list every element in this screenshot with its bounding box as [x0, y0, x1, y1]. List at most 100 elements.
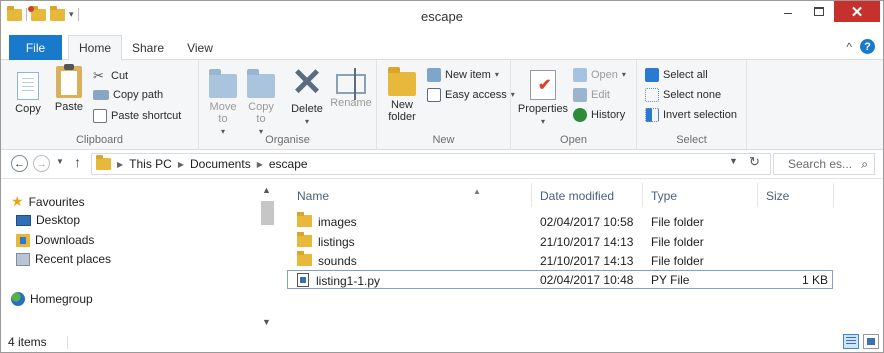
copy-to-button[interactable]: Copy to ▾ [245, 68, 277, 138]
table-row[interactable]: images 02/04/2017 10:58 File folder [287, 212, 833, 232]
copy-path-label: Copy path [113, 89, 164, 101]
chevron-right-icon[interactable]: ▶ [257, 160, 263, 169]
search-icon[interactable]: ⌕ [861, 157, 868, 172]
select-none-button[interactable]: Select none [645, 88, 721, 102]
address-bar[interactable]: ▶ This PC ▶ Documents ▶ escape [91, 153, 771, 175]
column-header-type[interactable]: Type [651, 189, 677, 203]
scroll-thumb[interactable] [261, 201, 274, 225]
folder-icon [297, 212, 312, 227]
column-header-label: Name [297, 189, 330, 203]
ribbon: Copy Paste ✂ Cut Copy path Paste shortcu… [1, 60, 883, 150]
column-divider[interactable] [757, 183, 758, 207]
star-icon: ★ [11, 193, 24, 209]
organise-group: Move to ▾ Copy to ▾ ✕ Delete ▾ Rename Organ… [199, 60, 377, 150]
tab-file[interactable]: File [9, 35, 62, 60]
maximize-button[interactable] [805, 1, 832, 22]
tab-view[interactable]: View [178, 35, 222, 60]
history-button[interactable]: History [573, 108, 625, 122]
folder-icon [297, 232, 312, 247]
column-divider[interactable] [531, 183, 532, 207]
row-type: PY File [651, 273, 690, 287]
delete-button[interactable]: ✕ Delete ▾ [287, 62, 327, 128]
paste-shortcut-button[interactable]: Paste shortcut [93, 109, 181, 123]
move-to-button[interactable]: Move to ▾ [207, 68, 239, 138]
nav-item-desktop[interactable]: Desktop [16, 213, 80, 227]
copy-label: Copy [15, 103, 41, 115]
recent-places-icon [16, 252, 30, 266]
new-folder-button[interactable]: New folder [385, 66, 419, 123]
table-row[interactable]: sounds 21/10/2017 14:13 File folder [287, 251, 833, 271]
delete-icon: ✕ [291, 62, 323, 104]
select-all-button[interactable]: Select all [645, 68, 708, 82]
breadcrumb-escape[interactable]: escape [269, 157, 308, 171]
search-input[interactable]: Search es... ⌕ [773, 153, 875, 175]
new-folder-icon [388, 67, 416, 96]
details-view-icon[interactable] [843, 334, 859, 349]
nav-item-homegroup[interactable]: Homegroup [11, 292, 93, 306]
column-divider[interactable] [642, 183, 643, 207]
column-divider[interactable] [833, 183, 834, 207]
navigation-bar: ← → ▼ ↑ ▶ This PC ▶ Documents ▶ escape ▼… [1, 150, 883, 178]
open-button[interactable]: Open ▾ [573, 68, 626, 82]
navigation-pane: ★ Favourites Desktop Downloads Recent pl… [1, 179, 277, 333]
easy-access-button[interactable]: Easy access ▾ [427, 88, 515, 102]
column-header-date[interactable]: Date modified [540, 189, 614, 203]
paste-button[interactable]: Paste [49, 64, 89, 113]
easy-access-label: Easy access [445, 89, 507, 101]
edit-button[interactable]: Edit [573, 88, 610, 102]
cut-button[interactable]: ✂ Cut [93, 69, 128, 83]
nav-item-downloads[interactable]: Downloads [16, 233, 94, 247]
minimize-button[interactable]: – [774, 1, 802, 22]
item-count: 4 items [8, 335, 47, 349]
open-icon [573, 68, 587, 82]
title-bar: ▾ escape – ✕ [1, 1, 883, 31]
search-placeholder: Search es... [788, 157, 853, 171]
table-row-selected[interactable]: listing1-1.py 02/04/2017 10:48 PY File 1… [287, 270, 833, 289]
copy-path-button[interactable]: Copy path [93, 89, 163, 101]
tab-home[interactable]: Home [68, 35, 122, 61]
new-folder-label: New folder [388, 99, 416, 123]
properties-button[interactable]: Properties ▾ [517, 70, 569, 128]
tab-share[interactable]: Share [123, 35, 173, 60]
nav-item-label: Downloads [35, 233, 95, 247]
nav-item-favourites[interactable]: ★ Favourites [11, 193, 85, 210]
nav-item-label: Homegroup [30, 292, 93, 306]
row-size: 1 KB [802, 273, 829, 287]
breadcrumb-documents[interactable]: Documents [190, 157, 251, 171]
move-to-label: Move to [209, 101, 237, 125]
chevron-right-icon[interactable]: ▶ [117, 160, 123, 169]
forward-button[interactable]: → [33, 155, 50, 172]
new-item-button[interactable]: New item ▾ [427, 68, 499, 82]
help-icon[interactable]: ? [860, 39, 875, 54]
properties-caret-icon: ▾ [540, 117, 545, 126]
table-row[interactable]: listings 21/10/2017 14:13 File folder [287, 232, 833, 252]
nav-scrollbar[interactable]: ▲ ▼ [259, 179, 276, 333]
folder-icon [96, 155, 111, 170]
recent-locations-icon[interactable]: ▼ [56, 157, 64, 166]
downloads-icon [16, 233, 30, 247]
chevron-right-icon[interactable]: ▶ [178, 160, 184, 169]
scroll-down-icon[interactable]: ▼ [262, 317, 271, 327]
breadcrumb-this-pc[interactable]: This PC [129, 157, 172, 171]
select-all-label: Select all [663, 69, 708, 81]
close-button[interactable]: ✕ [834, 1, 880, 22]
back-button[interactable]: ← [11, 155, 28, 172]
large-icons-view-icon[interactable] [863, 334, 879, 349]
address-dropdown-icon[interactable]: ▼ [729, 156, 738, 166]
row-name: sounds [318, 254, 357, 268]
refresh-icon[interactable]: ↻ [749, 154, 760, 170]
invert-selection-button[interactable]: Invert selection [645, 108, 737, 122]
column-header-size[interactable]: Size [766, 189, 789, 203]
nav-item-recent-places[interactable]: Recent places [16, 252, 111, 266]
up-button[interactable]: ↑ [74, 154, 81, 170]
nav-item-label: Recent places [35, 252, 112, 266]
minimize-ribbon-icon[interactable]: ^ [846, 40, 852, 54]
select-group: Select all Select none Invert selection … [637, 60, 747, 150]
copy-button[interactable]: Copy [13, 72, 43, 115]
status-divider [67, 336, 68, 349]
rename-button[interactable]: Rename [329, 66, 373, 109]
column-header-name[interactable]: Name ▲ [297, 187, 481, 203]
copy-icon [17, 72, 39, 100]
scroll-up-icon[interactable]: ▲ [262, 185, 271, 195]
homegroup-icon [11, 292, 25, 306]
